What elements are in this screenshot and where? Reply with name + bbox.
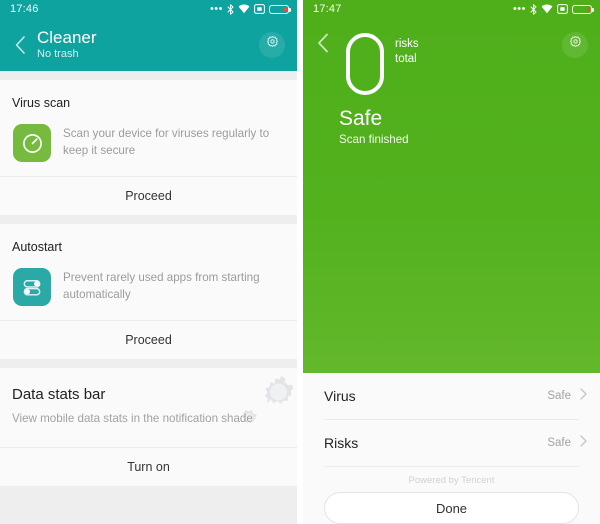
scan-status-block: Safe Scan finished (339, 106, 409, 149)
autostart-row: Prevent rarely used apps from starting a… (0, 266, 297, 320)
left-status-bar: 17:46 ••• (0, 0, 297, 18)
scan-result-details: Virus Safe Risks Safe Powered by Tencent… (303, 373, 600, 524)
wifi-icon (541, 4, 553, 14)
sim-card-icon (557, 4, 568, 14)
virus-scan-row: Scan your device for viruses regularly t… (0, 122, 297, 176)
left-phone-screen: 17:46 ••• Cleaner No trash Virus scan Sc… (0, 0, 297, 524)
autostart-description: Prevent rarely used apps from starting a… (63, 271, 260, 301)
bluetooth-icon (227, 3, 234, 15)
status-bar-time: 17:46 (10, 3, 39, 15)
dual-screenshot-container: 17:46 ••• Cleaner No trash Virus scan Sc… (0, 0, 600, 524)
bluetooth-icon (530, 3, 537, 15)
more-dots-icon: ••• (512, 3, 526, 15)
risk-count-labels: risks total (395, 37, 419, 67)
result-row-virus[interactable]: Virus Safe (303, 373, 600, 419)
battery-icon (269, 4, 291, 14)
result-row-risks[interactable]: Risks Safe (303, 420, 600, 466)
data-stats-bar-card: Data stats bar View mobile data stats in… (0, 368, 297, 486)
left-app-header: Cleaner No trash (0, 18, 297, 71)
scan-status-title: Safe (339, 107, 383, 130)
page-subtitle: No trash (37, 47, 79, 60)
done-button[interactable]: Done (324, 492, 579, 524)
autostart-card: Autostart Prevent rarely used apps from … (0, 224, 297, 359)
battery-icon (572, 4, 594, 14)
left-content-area: Virus scan Scan your device for viruses … (0, 71, 297, 524)
section-title-virus-scan: Virus scan (12, 96, 71, 110)
risk-count-block: risks total (340, 32, 419, 95)
chevron-right-icon (580, 434, 587, 452)
autostart-proceed-button[interactable]: Proceed (0, 321, 297, 359)
result-row-right: Safe (547, 434, 587, 452)
result-row-value: Safe (547, 437, 571, 449)
settings-button[interactable] (562, 32, 588, 58)
more-dots-icon: ••• (209, 3, 223, 15)
autostart-toggles-icon (13, 268, 51, 306)
wifi-icon (238, 4, 250, 14)
data-stats-bar-description: View mobile data stats in the notificati… (12, 412, 253, 425)
right-phone-screen: 17:47 ••• risks total Safe Scan finished… (303, 0, 600, 524)
result-row-right: Safe (547, 387, 587, 405)
scan-result-hero: risks total Safe Scan finished (303, 18, 600, 373)
back-chevron-icon[interactable] (312, 32, 334, 54)
risk-count-label-line1: risks (395, 38, 419, 50)
virus-scan-description: Scan your device for viruses regularly t… (63, 127, 270, 157)
section-gap (0, 359, 297, 368)
result-list: Virus Safe Risks Safe Powered by Tencent… (303, 373, 600, 524)
gear-icon (265, 35, 280, 55)
section-gap (0, 71, 297, 80)
result-row-label: Risks (324, 435, 359, 451)
powered-by-label: Powered by Tencent (408, 475, 495, 486)
virus-scan-proceed-button[interactable]: Proceed (0, 177, 297, 215)
result-row-value: Safe (547, 390, 571, 402)
gear-icon (568, 35, 583, 55)
right-status-bar: 17:47 ••• (303, 0, 600, 18)
page-title: Cleaner (37, 27, 97, 47)
section-gap (0, 215, 297, 224)
status-bar-icons: ••• (209, 3, 291, 15)
virus-scan-card: Virus scan Scan your device for viruses … (0, 80, 297, 215)
status-bar-time: 17:47 (313, 3, 342, 15)
result-row-label: Virus (324, 388, 356, 404)
risk-count-zero-glyph (346, 33, 384, 95)
back-chevron-icon[interactable] (9, 34, 31, 56)
right-app-header: risks total (303, 18, 600, 95)
risk-count-label-line2: total (395, 53, 417, 65)
data-stats-turn-on-button[interactable]: Turn on (0, 448, 297, 486)
header-text-block: Cleaner No trash (37, 28, 97, 62)
chevron-right-icon (580, 387, 587, 405)
done-button-wrap: Done (303, 486, 600, 524)
status-bar-icons: ••• (512, 3, 594, 15)
settings-button[interactable] (259, 31, 285, 58)
virus-scan-icon (13, 124, 51, 162)
scan-status-subtitle: Scan finished (339, 133, 409, 146)
sim-card-icon (254, 4, 265, 14)
section-title-autostart: Autostart (12, 240, 63, 254)
bottom-gap (0, 486, 297, 514)
data-stats-bar-title: Data stats bar (12, 386, 106, 403)
